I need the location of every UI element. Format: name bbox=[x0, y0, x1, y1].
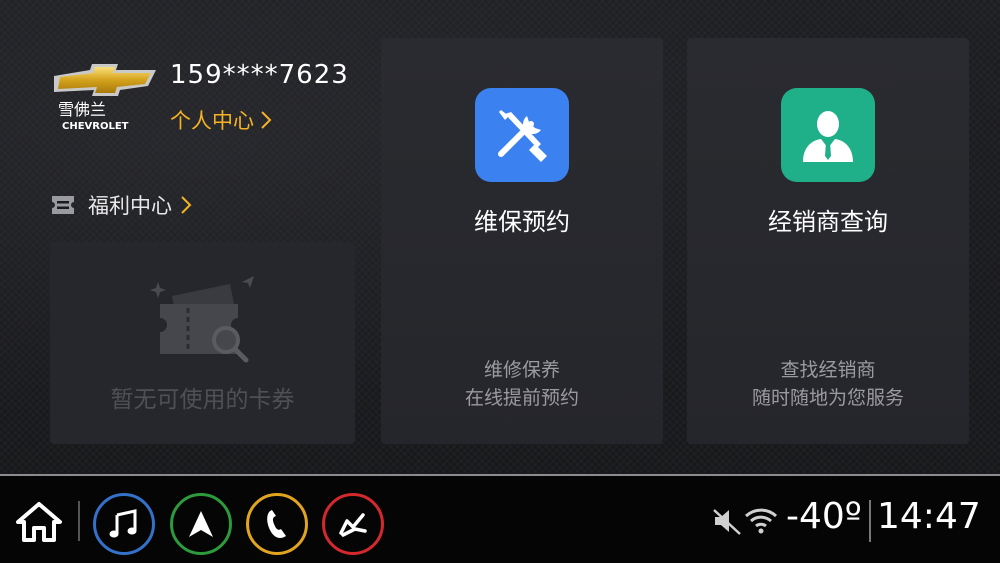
card-title: 经销商查询 bbox=[768, 208, 888, 236]
ticket-icon bbox=[52, 196, 74, 214]
brand-en-text: CHEVROLET bbox=[62, 121, 129, 132]
welfare-center-label: 福利中心 bbox=[88, 194, 172, 218]
music-icon bbox=[109, 509, 137, 538]
chevrolet-logo: 雪佛兰 CHEVROLET bbox=[54, 64, 156, 132]
main-screen: 雪佛兰 CHEVROLET 159****7623 个人中心 福利中心 暂无可使… bbox=[0, 0, 1000, 475]
mute-icon bbox=[713, 509, 741, 535]
empty-coupon-text: 暂无可使用的卡券 bbox=[110, 387, 295, 413]
empty-coupon-icon bbox=[150, 276, 254, 363]
desc-line-2: 在线提前预约 bbox=[464, 387, 579, 409]
card-title: 维保预约 bbox=[474, 208, 570, 236]
seat-button[interactable] bbox=[322, 493, 384, 555]
dealer-person-icon bbox=[781, 88, 875, 182]
personal-center-link[interactable]: 个人中心 bbox=[170, 105, 274, 135]
wrench-screwdriver-icon bbox=[475, 88, 569, 182]
maintenance-booking-card[interactable]: 维保预约 维修保养 在线提前预约 bbox=[381, 38, 663, 444]
bottom-dock: -40º 14:47 bbox=[0, 476, 1000, 563]
welfare-center-link[interactable]: 福利中心 bbox=[50, 190, 194, 220]
desc-line-1: 查找经销商 bbox=[780, 359, 876, 381]
phone-number: 159****7623 bbox=[170, 60, 349, 90]
dealer-search-card[interactable]: 经销商查询 查找经销商 随时随地为您服务 bbox=[687, 38, 969, 444]
personal-center-label: 个人中心 bbox=[170, 109, 254, 133]
chevron-right-icon bbox=[261, 111, 272, 129]
clock: 14:47 bbox=[877, 496, 981, 537]
wifi-icon bbox=[744, 508, 778, 534]
outside-temperature: -40º bbox=[786, 496, 862, 537]
card-description: 维修保养 在线提前预约 bbox=[381, 356, 663, 412]
status-separator bbox=[869, 500, 871, 542]
desc-line-1: 维修保养 bbox=[483, 359, 560, 381]
home-icon[interactable] bbox=[14, 500, 64, 544]
navigation-icon bbox=[189, 511, 213, 537]
seat-icon bbox=[339, 513, 367, 537]
brand-cn-text: 雪佛兰 bbox=[58, 100, 106, 119]
phone-button[interactable] bbox=[246, 493, 308, 555]
navigation-button[interactable] bbox=[170, 493, 232, 555]
desc-line-2: 随时随地为您服务 bbox=[751, 387, 904, 409]
phone-icon bbox=[267, 510, 286, 538]
dock-separator bbox=[78, 501, 80, 541]
music-button[interactable] bbox=[93, 493, 155, 555]
coupon-empty-card: 暂无可使用的卡券 bbox=[50, 242, 355, 444]
chevron-right-icon bbox=[181, 196, 192, 214]
card-description: 查找经销商 随时随地为您服务 bbox=[687, 356, 969, 412]
